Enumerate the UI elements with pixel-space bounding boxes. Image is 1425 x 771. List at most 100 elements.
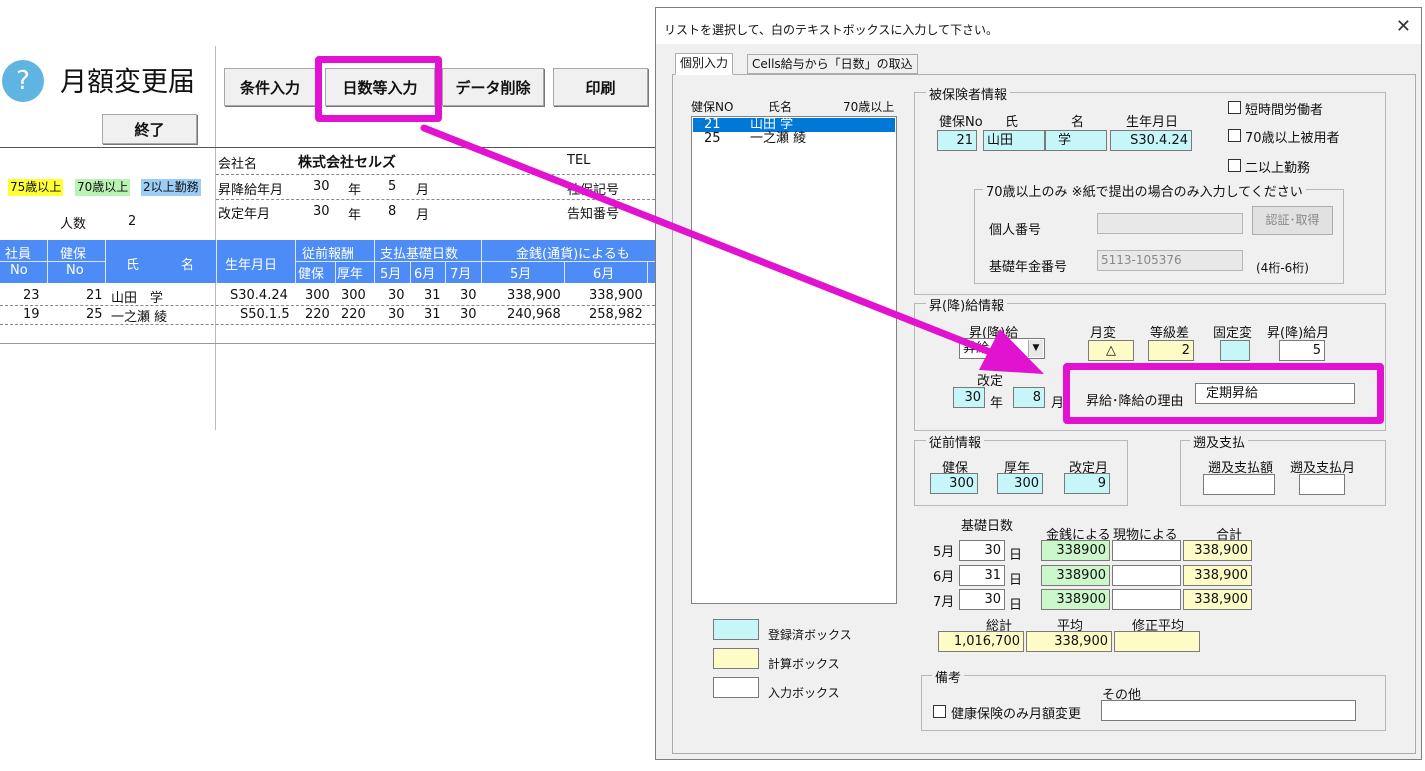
- people-label: 人数: [60, 217, 87, 232]
- header-days-m7: 7月: [450, 267, 472, 282]
- header-divider: [647, 262, 648, 283]
- prev-kenpo-field: 300: [930, 473, 978, 494]
- print-button[interactable]: 印刷: [553, 68, 648, 106]
- kenpo-only-checkbox[interactable]: [933, 705, 946, 718]
- days-m6: 31: [424, 288, 441, 303]
- tab-individual[interactable]: 個別入力: [675, 53, 734, 75]
- highlight-frame-days-button: [315, 56, 442, 122]
- revise-month-label: 改定年月: [218, 207, 271, 222]
- list-item-name: 山田 学: [750, 117, 794, 132]
- previous-info-label: 従前情報: [926, 432, 985, 451]
- help-icon[interactable]: ?: [2, 60, 44, 102]
- header-prev-pay: 従前報酬: [302, 247, 355, 262]
- header-divider: [564, 262, 565, 283]
- tab-import-days[interactable]: Cells給与から「日数」の取込: [747, 54, 918, 74]
- money-m6: 338,900: [589, 288, 643, 303]
- money-m5: 338,900: [507, 288, 561, 303]
- days-month-label: 5月: [933, 545, 955, 560]
- sei-field: 山田: [983, 130, 1045, 151]
- revise-year-value: 30: [313, 204, 330, 219]
- header-money-m5: 5月: [510, 267, 532, 282]
- kenpo-no: 25: [86, 307, 103, 322]
- employee-name: 一之瀬 綾: [111, 310, 168, 325]
- retro-month-field[interactable]: [1299, 474, 1345, 495]
- header-name-sei: 氏: [126, 258, 140, 273]
- goods-field[interactable]: [1112, 565, 1181, 586]
- days-m6: 31: [424, 307, 441, 322]
- row-divider: [0, 305, 655, 306]
- legend-input-label: 入力ボックス: [768, 686, 840, 700]
- days-m7: 30: [460, 307, 477, 322]
- header-days-m5: 5月: [380, 267, 402, 282]
- raise-month-value: 5: [388, 179, 397, 194]
- exit-button[interactable]: 終了: [102, 114, 197, 144]
- other-field[interactable]: [1101, 700, 1356, 721]
- pension-hint: (4桁-6桁): [1256, 261, 1309, 275]
- table-bottom-border: [0, 343, 655, 344]
- sum-field: 1,016,700: [938, 631, 1024, 652]
- fixed-change-field: [1220, 340, 1250, 361]
- goods-field[interactable]: [1112, 540, 1181, 561]
- tel-label: TEL: [567, 153, 591, 168]
- multi-work-label: 二以上勤務: [1245, 161, 1311, 176]
- money-m5: 240,968: [507, 307, 561, 322]
- total-field: 338,900: [1183, 540, 1252, 561]
- list-header-name: 氏名: [768, 100, 793, 114]
- age70-group-label: 70歳以上のみ ※紙で提出の場合のみ入力してください: [983, 181, 1306, 200]
- sheet-title: 月額変更届: [60, 67, 195, 98]
- retro-amount-field[interactable]: [1203, 474, 1275, 495]
- goods-field[interactable]: [1112, 589, 1181, 610]
- day-unit: 日: [1009, 598, 1023, 613]
- birth-date: S50.1.5: [240, 307, 290, 322]
- header-divider: [216, 240, 217, 283]
- birth-date: S30.4.24: [230, 288, 288, 303]
- raise-type-value: 昇給: [963, 341, 990, 356]
- header-prev-kounen: 厚年: [337, 267, 364, 282]
- days-m5: 30: [388, 307, 405, 322]
- dialog-titlebar: リストを選択して、白のテキストボックスに入力して下さい。 ✕: [656, 8, 1421, 44]
- raise-month-field[interactable]: 5: [1279, 340, 1325, 361]
- legend-calculated-swatch: [713, 648, 759, 669]
- list-item[interactable]: 25 一之瀬 綾: [693, 132, 895, 146]
- header-employee: 社員: [5, 247, 32, 262]
- header-divider: [0, 261, 48, 262]
- grade-diff-field: 2: [1148, 340, 1194, 361]
- list-item[interactable]: 21 山田 学: [693, 118, 895, 132]
- legend-age70: 70歳以上: [75, 179, 131, 196]
- days-m7: 30: [460, 288, 477, 303]
- retro-pay-label: 遡及支払: [1190, 432, 1249, 451]
- short-time-label: 短時間労働者: [1245, 103, 1324, 118]
- close-icon[interactable]: ✕: [1396, 16, 1411, 37]
- age70-employed-checkbox[interactable]: [1228, 129, 1241, 142]
- monthly-change-field: △: [1088, 340, 1134, 361]
- chevron-down-icon[interactable]: ▼: [1028, 340, 1043, 357]
- header-money: 金銭(通貨)によるも: [516, 247, 630, 262]
- header-birth: 生年月日: [225, 258, 278, 273]
- insurance-code-label: 社保記号: [567, 183, 620, 198]
- days-field[interactable]: 31: [959, 565, 1005, 586]
- days-field[interactable]: 30: [959, 540, 1005, 561]
- header-kenpo: 健保: [60, 247, 87, 262]
- auth-get-button[interactable]: 認証･取得: [1252, 206, 1333, 235]
- delete-data-button[interactable]: データ削除: [442, 68, 544, 106]
- employee-listbox[interactable]: 21 山田 学 25 一之瀬 綾: [691, 116, 897, 604]
- kenpo-no-label: 健保No: [939, 115, 983, 130]
- kenpo-no-field: 21: [937, 130, 977, 151]
- day-unit: 日: [1009, 573, 1023, 588]
- prev-revise-month-field: 9: [1064, 473, 1110, 494]
- money-field: 338900: [1041, 589, 1110, 610]
- sheet-divider: [215, 46, 216, 430]
- revise-month-value: 8: [388, 204, 397, 219]
- mynumber-field[interactable]: [1097, 213, 1243, 234]
- revise-month-field: 8: [1013, 387, 1045, 408]
- header-pay-days: 支払基礎日数: [380, 247, 459, 262]
- fixed-avg-field: [1114, 631, 1200, 652]
- multi-work-checkbox[interactable]: [1228, 159, 1241, 172]
- short-time-checkbox[interactable]: [1228, 101, 1241, 114]
- condition-input-button[interactable]: 条件入力: [224, 68, 316, 106]
- pension-number-field[interactable]: 5113-105376: [1097, 250, 1243, 271]
- raise-type-select[interactable]: 昇給 ▼: [959, 338, 1045, 359]
- days-field[interactable]: 30: [959, 589, 1005, 610]
- fixed-change-label: 固定変: [1213, 326, 1253, 341]
- monthly-change-label: 月変: [1090, 326, 1117, 341]
